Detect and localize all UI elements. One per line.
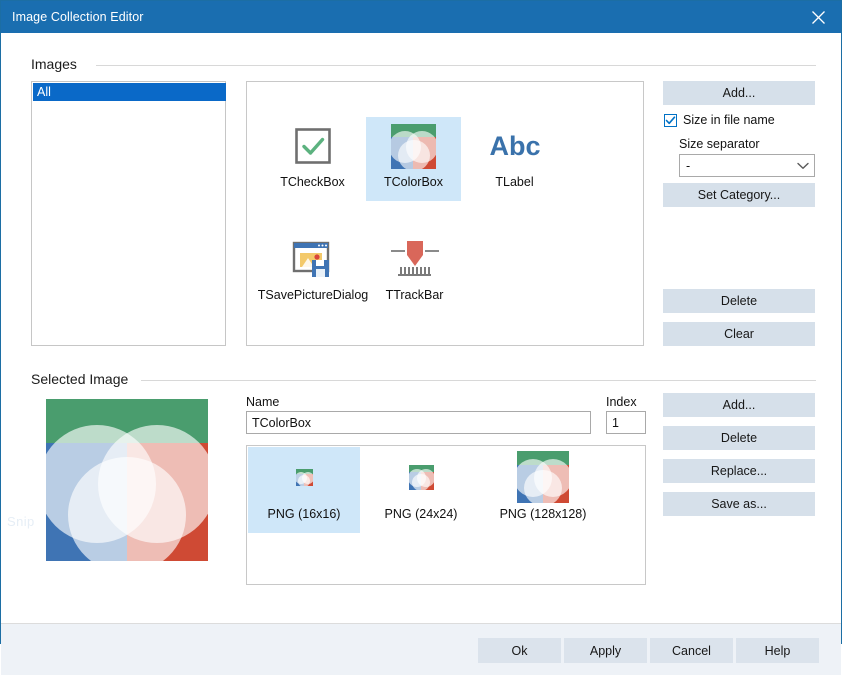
category-listbox[interactable]: All — [31, 81, 226, 346]
variant-item-png-24[interactable]: PNG (24x24) — [365, 447, 477, 533]
label-abc-icon: Abc — [483, 117, 547, 175]
close-icon[interactable] — [795, 1, 841, 33]
size-separator-label: Size separator — [679, 137, 760, 151]
image-grid-item-tsavepicturedialog[interactable]: TSavePictureDialog — [254, 230, 372, 314]
image-grid-item-tlabel[interactable]: Abc TLabel — [467, 117, 562, 201]
variant-delete-button[interactable]: Delete — [663, 426, 815, 450]
dialog-client-area: Images All TCheckBox — [1, 33, 841, 643]
image-grid-item-label: TSavePictureDialog — [258, 288, 368, 302]
trackbar-icon — [389, 230, 441, 288]
images-group-label: Images — [31, 56, 84, 72]
name-label: Name — [246, 395, 279, 409]
selected-image-group-divider — [141, 380, 816, 381]
images-delete-button[interactable]: Delete — [663, 289, 815, 313]
size-separator-combobox[interactable]: - — [679, 154, 815, 177]
variant-item-png-16[interactable]: PNG (16x16) — [248, 447, 360, 533]
category-list-item-all[interactable]: All — [33, 83, 226, 101]
category-list-item-label: All — [37, 85, 51, 99]
image-collection-editor-dialog: Image Collection Editor Images All — [0, 0, 842, 644]
save-picture-icon — [290, 230, 336, 288]
name-input[interactable]: TColorBox — [246, 411, 591, 434]
variant-save-as-button[interactable]: Save as... — [663, 492, 815, 516]
size-in-file-name-checkbox[interactable]: Size in file name — [664, 113, 775, 127]
variant-item-png-128[interactable]: PNG (128x128) — [482, 447, 604, 533]
colorbox-icon-24 — [409, 447, 434, 507]
checkbox-box — [664, 114, 677, 127]
svg-text:Abc: Abc — [489, 131, 540, 161]
images-group-divider — [96, 65, 816, 66]
chevron-down-icon[interactable] — [792, 162, 814, 170]
colorbox-icon — [391, 117, 436, 175]
image-grid-item-label: TLabel — [495, 175, 533, 189]
variant-item-label: PNG (128x128) — [500, 507, 587, 521]
index-input[interactable]: 1 — [606, 411, 646, 434]
colorbox-preview-icon — [46, 399, 208, 561]
image-grid-item-label: TColorBox — [384, 175, 443, 189]
images-add-button[interactable]: Add... — [663, 81, 815, 105]
set-category-button[interactable]: Set Category... — [663, 183, 815, 207]
checkbox-icon — [293, 117, 333, 175]
variant-add-button[interactable]: Add... — [663, 393, 815, 417]
size-in-file-name-label: Size in file name — [683, 113, 775, 127]
index-label: Index — [606, 395, 637, 409]
check-icon — [665, 115, 676, 126]
variant-item-label: PNG (16x16) — [268, 507, 341, 521]
cancel-button[interactable]: Cancel — [650, 638, 733, 663]
apply-button[interactable]: Apply — [564, 638, 647, 663]
selected-image-group-label: Selected Image — [31, 371, 135, 387]
image-variants-panel[interactable]: PNG (16x16) PNG (24x24) — [246, 445, 646, 585]
image-grid-item-ttrackbar[interactable]: TTrackBar — [367, 230, 462, 314]
image-grid-item-tcolorbox[interactable]: TColorBox — [366, 117, 461, 201]
image-grid-item-tcheckbox[interactable]: TCheckBox — [265, 117, 360, 201]
ok-button[interactable]: Ok — [478, 638, 561, 663]
help-button[interactable]: Help — [736, 638, 819, 663]
variant-replace-button[interactable]: Replace... — [663, 459, 815, 483]
window-title: Image Collection Editor — [12, 10, 144, 24]
image-grid-item-label: TTrackBar — [386, 288, 444, 302]
snip-ghost-artifact: Snip — [7, 514, 35, 529]
image-grid-panel[interactable]: TCheckBox TColorBox — [246, 81, 644, 346]
colorbox-icon-128 — [517, 447, 569, 507]
image-grid-item-label: TCheckBox — [280, 175, 345, 189]
title-bar: Image Collection Editor — [1, 1, 841, 33]
colorbox-icon-16 — [296, 447, 313, 507]
images-clear-button[interactable]: Clear — [663, 322, 815, 346]
dialog-footer: Ok Apply Cancel Help — [1, 623, 841, 675]
size-separator-value: - — [680, 159, 792, 173]
variant-item-label: PNG (24x24) — [385, 507, 458, 521]
